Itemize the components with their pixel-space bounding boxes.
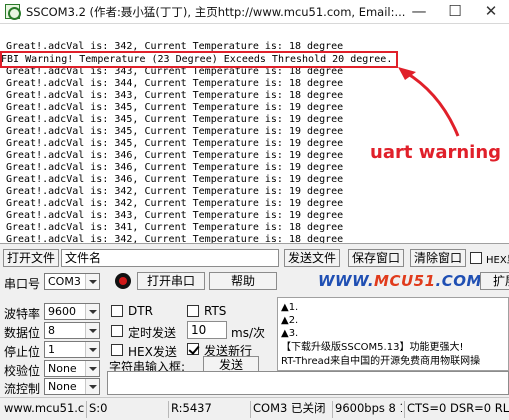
send-text-input[interactable] — [107, 371, 509, 395]
filename-field[interactable]: 文件名 — [61, 249, 279, 267]
info-line[interactable]: ▲2. — [281, 315, 298, 327]
rts-label: RTS — [204, 304, 227, 318]
port-label: 串口号 — [4, 277, 41, 291]
send-newline-checkbox[interactable] — [187, 343, 199, 355]
hex-send-checkbox[interactable] — [111, 344, 123, 356]
status-port: COM3 已关闭 — [250, 401, 330, 418]
port-status-led-icon — [115, 273, 131, 289]
open-port-button[interactable]: 打开串口 — [137, 272, 205, 290]
info-line[interactable]: RT-Thread来自中国的开源免费商用物联网操 — [281, 356, 480, 368]
stopbits-label: 停止位 — [4, 345, 41, 359]
databits-select[interactable]: 8 — [44, 322, 100, 339]
expand-button[interactable]: 扩展 — [480, 272, 509, 290]
send-file-button[interactable]: 发送文件 — [284, 249, 340, 267]
stopbits-select[interactable]: 1 — [44, 341, 100, 358]
hex-display-label: HEX显 — [486, 255, 509, 266]
baud-value: 9600 — [48, 305, 76, 318]
maximize-button[interactable]: ☐ — [437, 0, 473, 24]
port-select[interactable]: COM3 — [44, 273, 100, 290]
uart-warning-annotation: uart warning — [370, 142, 502, 163]
timed-send-checkbox[interactable] — [111, 325, 123, 337]
flow-label: 流控制 — [4, 382, 41, 396]
status-send-count: S:0 — [86, 401, 166, 418]
status-site: www.mcu51.com — [4, 401, 84, 415]
hex-display-checkbox[interactable] — [470, 252, 482, 264]
chevron-down-icon[interactable] — [85, 304, 99, 319]
chevron-down-icon[interactable] — [85, 274, 99, 289]
help-button[interactable]: 帮助 — [209, 272, 277, 290]
logo-www: WWW. — [318, 272, 375, 290]
flow-select[interactable]: None — [44, 378, 100, 395]
status-lines: CTS=0 DSR=0 RLSD — [404, 401, 509, 418]
status-baud: 9600bps 8 1 — [332, 401, 402, 418]
interval-unit-label: ms/次 — [231, 326, 265, 340]
parity-label: 校验位 — [4, 364, 41, 378]
baud-select[interactable]: 9600 — [44, 303, 100, 320]
mcu51-logo: WWW.MCU51.COM — [318, 272, 482, 290]
title-bar: SSCOM3.2 (作者:聂小猛(丁丁), 主页http://www.mcu51… — [0, 0, 509, 24]
flow-value: None — [48, 380, 77, 393]
close-button[interactable]: ✕ — [473, 0, 509, 24]
info-line[interactable]: ▲3. — [281, 328, 298, 340]
chevron-down-icon[interactable] — [85, 323, 99, 338]
status-bar: www.mcu51.com S:0 R:5437 COM3 已关闭 9600bp… — [0, 397, 509, 420]
info-line[interactable]: 【下载升级版SSCOM5.13】功能更强大! — [281, 342, 463, 354]
info-panel: ▲1. ▲2. ▲3. 【下载升级版SSCOM5.13】功能更强大! RT-Th… — [277, 297, 509, 371]
warning-arrow-icon — [398, 67, 460, 137]
databits-label: 数据位 — [4, 326, 41, 340]
clear-window-button[interactable]: 清除窗口 — [410, 249, 466, 267]
window-title: SSCOM3.2 (作者:聂小猛(丁丁), 主页http://www.mcu51… — [26, 5, 406, 19]
open-file-button[interactable]: 打开文件 — [3, 249, 59, 267]
app-icon — [5, 4, 21, 20]
save-window-button[interactable]: 保存窗口 — [348, 249, 404, 267]
minimize-button[interactable]: — — [401, 0, 437, 24]
port-value: COM3 — [48, 275, 81, 288]
baud-label: 波特率 — [4, 307, 41, 321]
receive-terminal[interactable]: Great!.adcVal is: 342, Current Temperatu… — [0, 24, 509, 244]
parity-value: None — [48, 362, 77, 375]
dtr-label: DTR — [128, 304, 153, 318]
chevron-down-icon[interactable] — [85, 361, 99, 376]
chevron-down-icon[interactable] — [85, 379, 99, 394]
status-receive-count: R:5437 — [168, 401, 248, 418]
timed-send-label: 定时发送 — [128, 326, 177, 340]
stopbits-value: 1 — [48, 343, 55, 356]
rts-checkbox[interactable] — [187, 305, 199, 317]
chevron-down-icon[interactable] — [85, 342, 99, 357]
parity-select[interactable]: None — [44, 360, 100, 377]
logo-com: .COM — [435, 272, 482, 290]
interval-field[interactable]: 10 — [187, 321, 227, 339]
logo-mcu51: MCU51 — [374, 272, 436, 290]
dtr-checkbox[interactable] — [111, 305, 123, 317]
info-line[interactable]: ▲1. — [281, 302, 298, 314]
databits-value: 8 — [48, 324, 55, 337]
